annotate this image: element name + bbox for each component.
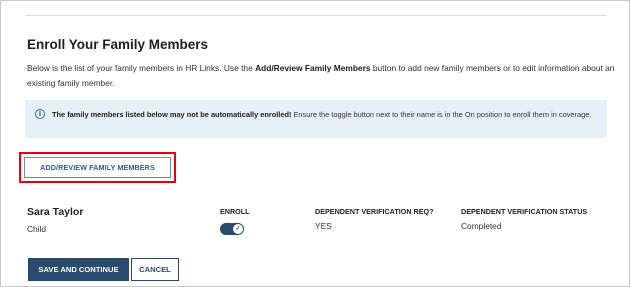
- top-divider: [25, 15, 607, 16]
- enroll-column-header: ENROLL: [220, 207, 250, 216]
- section-title: Enroll Your Family Members: [27, 37, 209, 52]
- verification-status-value: Completed: [461, 221, 502, 231]
- cancel-button[interactable]: CANCEL: [131, 258, 179, 281]
- add-review-family-members-button[interactable]: ADD/REVIEW FAMILY MEMBERS: [24, 157, 171, 178]
- intro-text-start: Below is the list of your family members…: [27, 63, 256, 73]
- intro-text-bold: Add/Review Family Members: [255, 63, 371, 73]
- member-name: Sara Taylor: [27, 206, 84, 218]
- notice-warning: The family members listed below may not …: [52, 110, 292, 119]
- intro-text: Below is the list of your family members…: [27, 61, 617, 91]
- verification-status-column-header: DEPENDENT VERIFICATION STATUS: [461, 207, 588, 216]
- enroll-family-panel: Enroll Your Family Members Below is the …: [0, 0, 630, 287]
- member-relationship: Child: [27, 224, 47, 234]
- verification-req-column-header: DEPENDENT VERIFICATION REQ?: [315, 207, 434, 216]
- save-and-continue-button[interactable]: SAVE AND CONTINUE: [28, 258, 129, 281]
- notice-text: Ensure the toggle button next to their n…: [291, 110, 592, 119]
- verification-req-value: YES: [315, 221, 332, 231]
- info-icon: i: [35, 109, 45, 119]
- enroll-toggle[interactable]: ✓: [220, 223, 244, 235]
- check-icon: ✓: [233, 224, 243, 234]
- enrollment-notice: i The family members listed below may no…: [25, 100, 607, 138]
